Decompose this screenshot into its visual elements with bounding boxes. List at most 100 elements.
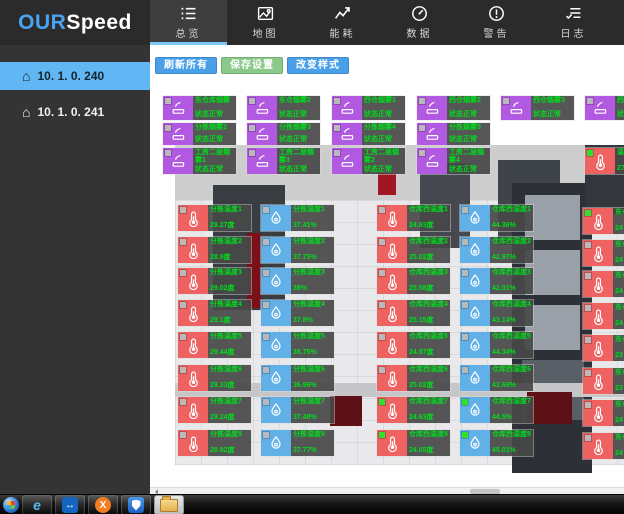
smoke-detector-tile[interactable]: 西仓烟雾2 状态正常: [417, 96, 490, 120]
sensor-status: 状态: [617, 111, 624, 119]
temperature-sensor-tile[interactable]: 东仓温 24: [583, 271, 624, 297]
tab-map[interactable]: 地图: [227, 0, 304, 45]
humidity-sensor-tile[interactable]: 仓库西湿度7 44.5%: [460, 397, 533, 423]
tab-energy[interactable]: 能耗: [304, 0, 381, 45]
temperature-sensor-tile[interactable]: 分拣温度1 29.27度: [178, 205, 251, 231]
smoke-detector-tile[interactable]: 东仓烟雾2 状态正常: [247, 96, 320, 120]
smoke-detector-tile[interactable]: 西仓烟雾1 状态正常: [332, 96, 405, 120]
sensor-value: 29.27度: [210, 222, 249, 230]
temperature-sensor-tile[interactable]: 东仓温 24: [583, 400, 624, 426]
temperature-sensor-tile[interactable]: 仓库西温度5 24.97度: [377, 332, 450, 358]
sensor-value: 37.75%: [293, 254, 332, 262]
temperature-sensor-tile[interactable]: 东仓温 24: [583, 208, 624, 234]
temperature-sensor-tile[interactable]: 分拣温度5 29.44度: [178, 332, 251, 358]
tab-data[interactable]: 数据: [381, 0, 458, 45]
save-settings-button[interactable]: 保存设置: [221, 57, 283, 74]
sensor-label: 仓库西温度4: [409, 301, 448, 309]
smoke-detector-tile[interactable]: 分拣烟雾3 状态正常: [247, 123, 320, 145]
sensor-label: 分拣温度3: [210, 269, 249, 277]
refresh-all-button[interactable]: 刷新所有: [155, 57, 217, 74]
status-indicator: [379, 367, 385, 373]
humidity-sensor-tile[interactable]: 分拣湿度2 37.75%: [261, 237, 334, 263]
smoke-detector-tile[interactable]: 西仓 状态: [585, 96, 624, 120]
humidity-sensor-tile[interactable]: 仓库西湿度2 42.97%: [460, 237, 533, 263]
file-explorer-folder-icon[interactable]: [154, 495, 184, 514]
tab-settings[interactable]: 设置: [612, 0, 624, 45]
tab-label: 数据: [407, 25, 433, 40]
temperature-sensor-tile[interactable]: 温 27: [585, 148, 624, 174]
smoke-detector-tile[interactable]: 分拣烟雾4 状态正常: [332, 123, 405, 145]
temperature-sensor-tile[interactable]: 东仓温 23: [583, 368, 624, 394]
status-indicator: [165, 150, 171, 156]
temperature-sensor-tile[interactable]: 分拣温度7 29.24度: [178, 397, 251, 423]
humidity-sensor-tile[interactable]: 分拣湿度5 36.75%: [261, 332, 334, 358]
temperature-sensor-tile[interactable]: 东仓温 24: [583, 303, 624, 329]
thermometer-icon: [583, 433, 613, 459]
smoke-detector-tile[interactable]: 分拣烟雾5 状态正常: [417, 123, 490, 145]
temperature-sensor-tile[interactable]: 分拣温度8 28.92度: [178, 430, 251, 456]
humidity-sensor-tile[interactable]: 分拣湿度6 36.96%: [261, 365, 334, 391]
sidebar-item-device-240[interactable]: ⌂ 10. 1. 0. 240: [0, 62, 150, 90]
humidity-sensor-tile[interactable]: 分拣湿度7 37.48%: [261, 397, 334, 423]
smoke-detector-tile[interactable]: 工房二层烟雾1 状态正常: [163, 148, 236, 174]
humidity-sensor-tile[interactable]: 分拣湿度1 37.41%: [261, 205, 334, 231]
tab-logs[interactable]: 日志: [535, 0, 612, 45]
temperature-sensor-tile[interactable]: 仓库西温度3 25.58度: [377, 268, 450, 294]
sidebar-item-device-241[interactable]: ⌂ 10. 1. 0. 241: [0, 98, 150, 126]
internet-explorer-icon[interactable]: e: [22, 495, 52, 514]
tab-alerts[interactable]: 警告: [458, 0, 535, 45]
smoke-detector-tile[interactable]: 西仓烟雾3 状态正常: [501, 96, 574, 120]
status-indicator: [379, 270, 385, 276]
sensor-label: 东仓温: [615, 304, 624, 312]
smoke-detector-tile[interactable]: 东仓库烟雾 状态正常: [163, 96, 236, 120]
smoke-detector-tile[interactable]: 分拣烟雾2 状态正常: [163, 123, 236, 145]
temperature-sensor-tile[interactable]: 分拣温度4 29.1度: [178, 300, 251, 326]
humidity-sensor-tile[interactable]: 仓库西湿度5 44.34%: [460, 332, 533, 358]
temperature-sensor-tile[interactable]: 分拣温度3 29.02度: [178, 268, 251, 294]
smoke-detector-tile[interactable]: 工房二层烟雾3 状态正常: [247, 148, 320, 174]
temperature-sensor-tile[interactable]: 分拣温度6 29.33度: [178, 365, 251, 391]
thermometer-icon: [377, 205, 407, 231]
smoke-detector-icon: [585, 96, 615, 120]
sensor-status: 状态正常: [533, 111, 572, 119]
logo-text-our: OUR: [18, 11, 66, 35]
windows-start-icon[interactable]: [3, 497, 19, 513]
water-drop-icon: [261, 300, 291, 326]
humidity-sensor-tile[interactable]: 仓库西湿度6 43.68%: [460, 365, 533, 391]
humidity-sensor-tile[interactable]: 仓库西湿度1 44.36%: [460, 205, 533, 231]
temperature-sensor-tile[interactable]: 仓库西温度8 24.65度: [377, 430, 450, 456]
status-indicator: [585, 435, 591, 441]
temperature-sensor-tile[interactable]: 分拣温度2 28.9度: [178, 237, 251, 263]
smoke-detector-tile[interactable]: 工房二层烟雾4 状态正常: [417, 148, 490, 174]
humidity-sensor-tile[interactable]: 分拣湿度4 37.8%: [261, 300, 334, 326]
temperature-sensor-tile[interactable]: 仓库西温度6 25.02度: [377, 365, 450, 391]
temperature-sensor-tile[interactable]: 仓库西温度4 25.15度: [377, 300, 450, 326]
humidity-sensor-tile[interactable]: 分拣湿度8 37.77%: [261, 430, 334, 456]
shield-360-icon[interactable]: [121, 495, 151, 514]
tab-label: 警告: [484, 25, 510, 40]
sensor-value: 37.8%: [293, 317, 332, 325]
humidity-sensor-tile[interactable]: 仓库西湿度8 45.01%: [460, 430, 533, 456]
temperature-sensor-tile[interactable]: 东仓温 24: [583, 240, 624, 266]
smoke-detector-icon: [332, 148, 362, 174]
temperature-sensor-tile[interactable]: 东仓温 23: [583, 335, 624, 361]
humidity-sensor-tile[interactable]: 仓库西湿度3 42.01%: [460, 268, 533, 294]
temperature-sensor-tile[interactable]: 仓库西温度2 25.02度: [377, 237, 450, 263]
status-indicator: [263, 432, 269, 438]
smoke-detector-tile[interactable]: 工房二层烟雾2 状态正常: [332, 148, 405, 174]
log-icon: [565, 5, 582, 22]
sensor-label: 工房二层烟雾3: [279, 149, 318, 166]
humidity-sensor-tile[interactable]: 仓库西湿度4 43.14%: [460, 300, 533, 326]
sensor-label: 西仓烟雾3: [533, 97, 572, 105]
humidity-sensor-tile[interactable]: 分拣湿度3 38%: [261, 268, 334, 294]
xampp-icon[interactable]: X: [88, 495, 118, 514]
temperature-sensor-tile[interactable]: 仓库西温度7 24.63度: [377, 397, 450, 423]
tab-overview[interactable]: 总览: [150, 0, 227, 45]
temperature-sensor-tile[interactable]: 东仓温 24: [583, 433, 624, 459]
temperature-sensor-tile[interactable]: 仓库西温度1 24.93度: [377, 205, 450, 231]
sensor-value: 25.15度: [409, 317, 448, 325]
change-style-button[interactable]: 改变样式: [287, 57, 349, 74]
water-drop-icon: [261, 205, 291, 231]
teamviewer-icon[interactable]: ↔: [55, 495, 85, 514]
status-indicator: [462, 399, 468, 405]
